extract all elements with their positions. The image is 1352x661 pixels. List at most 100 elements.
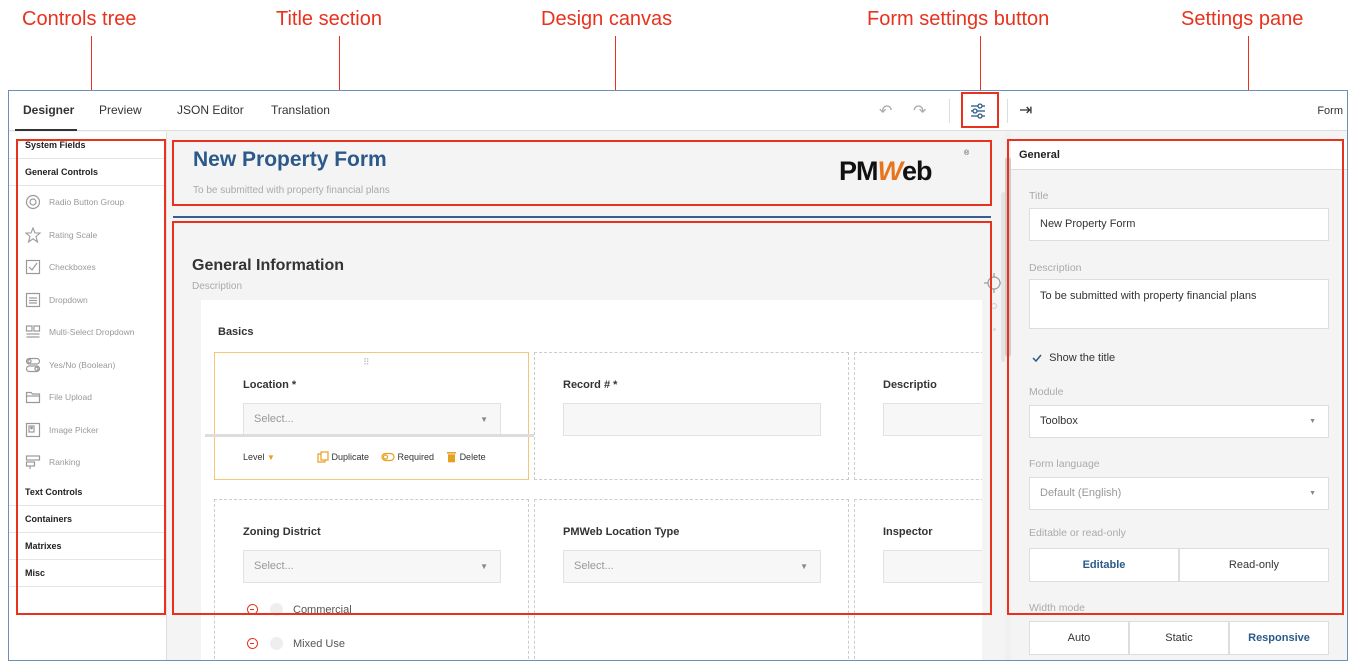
adorner-label: Delete (459, 452, 486, 462)
inspector-input[interactable] (883, 550, 982, 583)
question-label[interactable]: Inspector (883, 526, 933, 538)
category-matrixes[interactable]: Matrixes (9, 533, 166, 560)
question-label[interactable]: Location * (243, 379, 296, 391)
tab-translation[interactable]: Translation (271, 103, 330, 117)
tab-preview[interactable]: Preview (99, 103, 142, 117)
zoning-district-select[interactable]: Select... ▼ (243, 550, 501, 583)
toolbox-item-image-picker[interactable]: Image Picker (9, 414, 166, 447)
choice-label[interactable]: Commercial (293, 604, 352, 616)
question-zoning-district[interactable]: Zoning District Select... ▼ Commercial Mi… (214, 499, 529, 660)
question-description[interactable]: Descriptio (854, 352, 982, 480)
remove-choice-icon[interactable] (247, 638, 258, 649)
toolbox-item-label: Rating Scale (49, 229, 98, 240)
choice-item[interactable]: Mixed Use (247, 637, 345, 650)
module-select[interactable]: Toolbox ▼ (1029, 405, 1329, 438)
editable-setting-label: Editable or read-only (1029, 527, 1126, 539)
question-label[interactable]: Zoning District (243, 526, 321, 538)
toolbox-item-ranking[interactable]: Ranking (9, 446, 166, 479)
question-inspector[interactable]: Inspector (854, 499, 982, 660)
radio-icon (25, 195, 41, 210)
settings-section-general[interactable]: General (1011, 140, 1347, 170)
question-pmweb-location-type[interactable]: PMWeb Location Type Select... ▼ (534, 499, 849, 660)
toolbox-item-file-upload[interactable]: File Upload (9, 381, 166, 414)
module-value: Toolbox (1040, 415, 1078, 427)
category-system-fields[interactable]: System Fields (9, 132, 166, 159)
question-label[interactable]: Descriptio (883, 379, 937, 391)
form-title[interactable]: New Property Form (193, 148, 387, 172)
question-label[interactable]: PMWeb Location Type (563, 526, 679, 538)
auto-width-option[interactable]: Auto (1029, 621, 1129, 655)
question-adorners: Level ▼ Duplicate Required Delete (243, 451, 486, 463)
question-location[interactable]: ⠿ Location * Select... ▼ Level ▼ Duplicat… (214, 352, 529, 480)
record-number-input[interactable] (563, 403, 821, 436)
level-dropdown[interactable]: Level ▼ (243, 452, 275, 462)
collapse-pane-icon[interactable]: ⇥ (1019, 100, 1032, 120)
title-setting-input[interactable]: New Property Form (1029, 208, 1329, 241)
tab-designer[interactable]: Designer (23, 103, 74, 117)
category-text-controls[interactable]: Text Controls (9, 479, 166, 506)
chevron-down-icon: ▼ (267, 452, 275, 462)
title-section[interactable]: New Property Form To be submitted with p… (173, 140, 991, 206)
ranking-icon (25, 455, 41, 470)
category-general-controls[interactable]: General Controls (9, 159, 166, 186)
undo-icon[interactable]: ↶ (879, 101, 892, 121)
toolbox-item-label: Multi-Select Dropdown (49, 327, 135, 338)
language-setting-label: Form language (1029, 458, 1100, 470)
location-select[interactable]: Select... ▼ (243, 403, 501, 436)
category-containers[interactable]: Containers (9, 506, 166, 533)
question-record-number[interactable]: Record # * (534, 352, 849, 480)
select-placeholder: Select... (574, 560, 614, 572)
redo-icon[interactable]: ↷ (913, 101, 926, 121)
panel-title[interactable]: Basics (218, 326, 253, 338)
toggle-icon (25, 357, 41, 372)
editable-option[interactable]: Editable (1029, 548, 1179, 582)
required-button[interactable]: Required (381, 452, 434, 462)
toolbox-item-multi-select-dropdown[interactable]: Multi-Select Dropdown (9, 316, 166, 349)
toolbox-item-rating-scale[interactable]: Rating Scale (9, 219, 166, 252)
choice-label[interactable]: Mixed Use (293, 638, 345, 650)
registered-mark: ® (964, 150, 970, 157)
page-title[interactable]: General Information (192, 257, 344, 275)
page-description[interactable]: Description (192, 281, 242, 292)
drag-handle-icon[interactable]: ⠿ (363, 357, 371, 368)
description-setting-textarea[interactable]: To be submitted with property financial … (1029, 279, 1329, 329)
annotation-title-section: Title section (276, 8, 382, 30)
duplicate-button[interactable]: Duplicate (317, 451, 369, 463)
toolbox-item-yes-no-boolean[interactable]: Yes/No (Boolean) (9, 349, 166, 382)
toolbox-item-checkboxes[interactable]: Checkboxes (9, 251, 166, 284)
annotation-settings-pane: Settings pane (1181, 8, 1304, 30)
checkbox-icon (25, 260, 41, 275)
logo-text: eb (901, 156, 932, 186)
language-select[interactable]: Default (English) ▼ (1029, 477, 1329, 510)
delete-button[interactable]: Delete (446, 451, 486, 463)
nav-dot-icon[interactable] (993, 328, 996, 331)
chevron-down-icon: ▼ (1309, 490, 1316, 497)
title-setting-label: Title (1029, 190, 1049, 202)
read-only-option[interactable]: Read-only (1179, 548, 1329, 582)
description-input[interactable] (883, 403, 982, 436)
show-title-checkbox[interactable]: Show the title (1031, 352, 1115, 364)
location-type-select[interactable]: Select... ▼ (563, 550, 821, 583)
choice-item[interactable]: Commercial (247, 603, 352, 616)
language-value: Default (English) (1040, 487, 1122, 499)
form-settings-button[interactable] (966, 99, 990, 123)
chevron-down-icon: ▼ (1309, 418, 1316, 425)
toolbox-item-label: Yes/No (Boolean) (49, 359, 116, 370)
nav-dot-icon[interactable] (991, 303, 997, 309)
toolbox-item-radio-button-group[interactable]: Radio Button Group (9, 186, 166, 219)
static-width-option[interactable]: Static (1129, 621, 1229, 655)
star-icon (25, 226, 41, 243)
annotation-form-settings-button: Form settings button (867, 8, 1050, 30)
question-label[interactable]: Record # * (563, 379, 617, 391)
form-description[interactable]: To be submitted with property financial … (193, 185, 390, 196)
responsive-width-option[interactable]: Responsive (1229, 621, 1329, 655)
remove-choice-icon[interactable] (247, 604, 258, 615)
category-misc[interactable]: Misc (9, 560, 166, 587)
width-mode-label: Width mode (1029, 602, 1086, 614)
radio-circle (270, 603, 283, 616)
toolbox-item-dropdown[interactable]: Dropdown (9, 284, 166, 317)
radio-circle (270, 637, 283, 650)
tab-json-editor[interactable]: JSON Editor (177, 103, 244, 117)
toolbox-item-label: File Upload (49, 392, 92, 403)
toolbox-item-label: Image Picker (49, 424, 99, 435)
